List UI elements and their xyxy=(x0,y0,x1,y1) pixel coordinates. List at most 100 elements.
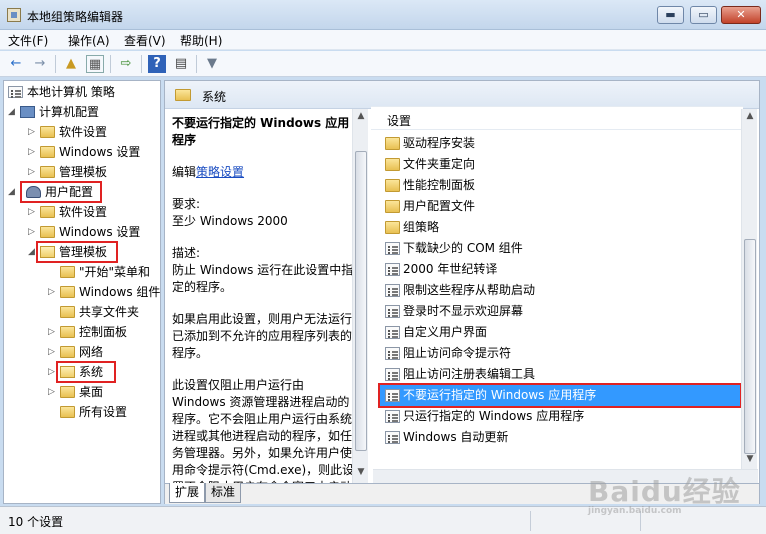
scroll-thumb[interactable] xyxy=(355,151,367,451)
requirements: 要求: 至少 Windows 2000 xyxy=(172,197,288,228)
policy-setting-icon xyxy=(385,389,400,402)
policy-setting-icon xyxy=(385,431,400,444)
menu-action[interactable]: 操作(A) xyxy=(68,32,110,49)
list-item-label: Windows 自动更新 xyxy=(403,430,509,444)
scroll-down-icon[interactable]: ▼ xyxy=(356,467,366,477)
list-folder-row[interactable]: 性能控制面板 xyxy=(380,175,740,196)
folder-icon xyxy=(60,326,75,338)
folder-icon xyxy=(40,146,55,158)
folder-icon xyxy=(40,166,55,178)
edit-policy-link[interactable]: 策略设置 xyxy=(196,165,244,179)
list-setting-row[interactable]: 自定义用户界面 xyxy=(380,322,740,343)
policy-title: 不要运行指定的 Windows 应用程序 xyxy=(172,116,350,147)
collapsed-arrow-icon[interactable]: ▷ xyxy=(48,383,58,401)
scroll-down-icon[interactable]: ▼ xyxy=(745,454,755,464)
list-folder-row[interactable]: 组策略 xyxy=(380,217,740,238)
list-item-label: 文件夹重定向 xyxy=(403,157,476,171)
list-setting-row[interactable]: 2000 年世纪转译 xyxy=(380,259,740,280)
description-para-2: 此设置仅阻止用户运行由 Windows 资源管理器进程启动的程序。它不会阻止用户… xyxy=(172,378,355,483)
list-column-header[interactable]: 设置 xyxy=(371,106,743,130)
title-bar: 本地组策略编辑器 ▬ ▭ ✕ xyxy=(0,0,766,30)
toolbar-separator xyxy=(110,55,111,73)
policy-setting-icon xyxy=(385,284,400,297)
folder-icon xyxy=(60,406,75,418)
menu-view[interactable]: 查看(V) xyxy=(124,32,166,49)
status-text: 10 个设置 xyxy=(8,515,64,529)
menu-help[interactable]: 帮助(H) xyxy=(180,32,222,49)
expanded-arrow-icon[interactable]: ◢ xyxy=(8,103,18,121)
list-item-label: 只运行指定的 Windows 应用程序 xyxy=(403,409,585,423)
collapsed-arrow-icon[interactable]: ▷ xyxy=(28,163,38,181)
policy-setting-icon xyxy=(385,263,400,276)
show-hide-tree-icon[interactable]: ▦ xyxy=(86,55,104,73)
collapsed-arrow-icon[interactable]: ▷ xyxy=(28,143,38,161)
description-para-1: 如果启用此设置，则用户无法运行已添加到不允许的应用程序列表的程序。 xyxy=(172,312,353,360)
scroll-up-icon[interactable]: ▲ xyxy=(356,111,366,121)
list-setting-row[interactable]: 不要运行指定的 Windows 应用程序 xyxy=(378,383,742,408)
tab-extended[interactable]: 扩展 xyxy=(169,483,206,503)
help-icon[interactable]: ? xyxy=(148,55,166,73)
folder-icon xyxy=(385,221,400,234)
close-button[interactable]: ✕ xyxy=(721,6,761,24)
description-scrollbar[interactable]: ▲ ▼ xyxy=(352,109,368,483)
properties-icon[interactable]: ▤ xyxy=(172,55,190,73)
policy-setting-icon xyxy=(385,410,400,423)
list-item-label: 下载缺少的 COM 组件 xyxy=(403,241,523,255)
list-setting-row[interactable]: 只运行指定的 Windows 应用程序 xyxy=(380,406,740,427)
list-setting-row[interactable]: Windows 自动更新 xyxy=(380,427,740,448)
list-item-label: 性能控制面板 xyxy=(403,178,476,192)
folder-icon xyxy=(60,266,75,278)
maximize-button[interactable]: ▭ xyxy=(690,6,717,24)
list-item-label: 不要运行指定的 Windows 应用程序 xyxy=(403,388,597,402)
export-list-icon[interactable]: ⇨ xyxy=(117,55,135,73)
list-setting-row[interactable]: 下载缺少的 COM 组件 xyxy=(380,238,740,259)
list-item-label: 2000 年世纪转译 xyxy=(403,262,498,276)
collapsed-arrow-icon[interactable]: ▷ xyxy=(28,223,38,241)
list-setting-row[interactable]: 登录时不显示欢迎屏幕 xyxy=(380,301,740,322)
open-folder-icon xyxy=(60,366,75,378)
folder-icon xyxy=(60,306,75,318)
list-item-label: 自定义用户界面 xyxy=(403,325,488,339)
collapsed-arrow-icon[interactable]: ▷ xyxy=(48,323,58,341)
collapsed-arrow-icon[interactable]: ▷ xyxy=(28,203,38,221)
list-setting-row[interactable]: 阻止访问命令提示符 xyxy=(380,343,740,364)
scroll-up-icon[interactable]: ▲ xyxy=(745,111,755,121)
filter-icon[interactable]: ▼ xyxy=(203,55,221,73)
scroll-thumb[interactable] xyxy=(744,239,756,454)
open-folder-icon xyxy=(40,246,55,258)
toolbar-separator xyxy=(55,55,56,73)
gpedit-app-icon xyxy=(7,8,21,22)
toolbar-separator xyxy=(141,55,142,73)
computer-icon xyxy=(20,106,35,118)
collapsed-arrow-icon[interactable]: ▷ xyxy=(48,363,58,381)
folder-icon xyxy=(40,206,55,218)
toolbar: ← → ▲ ▦ ⇨ ? ▤ ▼ xyxy=(0,51,766,77)
list-folder-row[interactable]: 驱动程序安装 xyxy=(380,133,740,154)
menu-file[interactable]: 文件(F) xyxy=(8,32,48,49)
folder-icon xyxy=(385,179,400,192)
forward-icon[interactable]: → xyxy=(31,55,49,73)
list-scrollbar[interactable]: ▲ ▼ xyxy=(741,109,757,469)
details-pane: 系统 不要运行指定的 Windows 应用程序 编辑策略设置 要求: 至少 Wi… xyxy=(164,80,760,504)
collapsed-arrow-icon[interactable]: ▷ xyxy=(48,343,58,361)
list-folder-row[interactable]: 文件夹重定向 xyxy=(380,154,740,175)
menu-bar: 文件(F) 操作(A) 查看(V) 帮助(H) xyxy=(0,30,766,50)
window-title: 本地组策略编辑器 xyxy=(27,10,124,24)
collapsed-arrow-icon[interactable]: ▷ xyxy=(28,123,38,141)
list-item-label: 阻止访问注册表编辑工具 xyxy=(403,367,536,381)
user-icon xyxy=(26,186,41,198)
tab-standard[interactable]: 标准 xyxy=(205,483,242,503)
list-item-label: 驱动程序安装 xyxy=(403,136,476,150)
list-folder-row[interactable]: 用户配置文件 xyxy=(380,196,740,217)
back-icon[interactable]: ← xyxy=(7,55,25,73)
expanded-arrow-icon[interactable]: ◢ xyxy=(28,243,38,261)
folder-icon xyxy=(40,126,55,138)
collapsed-arrow-icon[interactable]: ▷ xyxy=(48,283,58,301)
policy-setting-icon xyxy=(385,326,400,339)
list-setting-row[interactable]: 限制这些程序从帮助启动 xyxy=(380,280,740,301)
folder-icon xyxy=(60,386,75,398)
list-setting-row[interactable]: 阻止访问注册表编辑工具 xyxy=(380,364,740,385)
up-folder-icon[interactable]: ▲ xyxy=(62,55,80,73)
minimize-button[interactable]: ▬ xyxy=(657,6,684,24)
expanded-arrow-icon[interactable]: ◢ xyxy=(8,183,18,201)
